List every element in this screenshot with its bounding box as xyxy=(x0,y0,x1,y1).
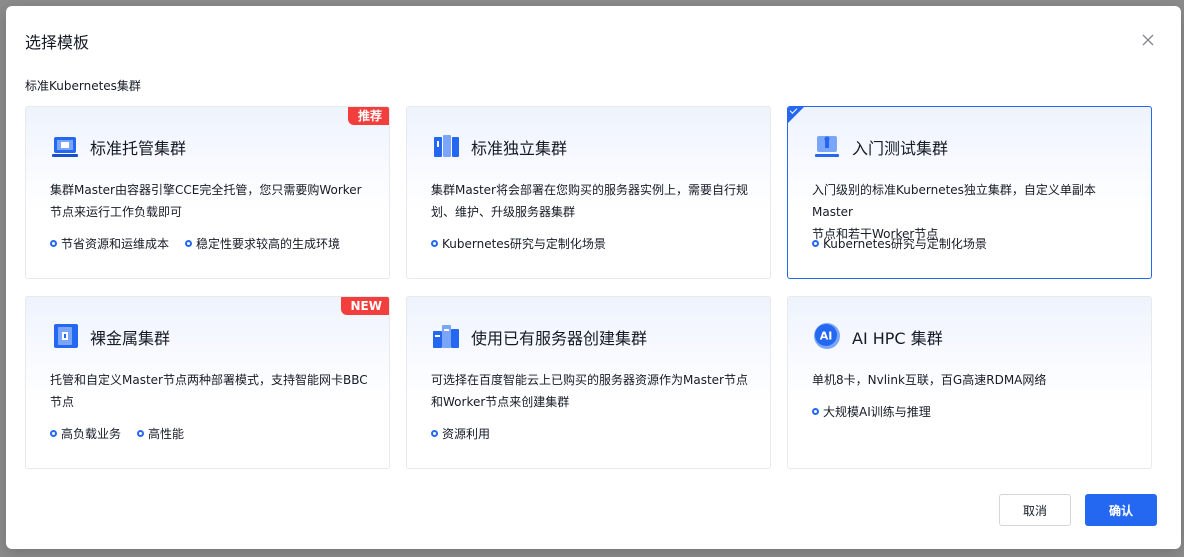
recommend-badge: 推荐 xyxy=(347,107,389,125)
card-title: AI HPC 集群 xyxy=(852,329,943,348)
feature-item: 大规模AI训练与推理 xyxy=(812,403,931,420)
test-cluster-icon xyxy=(812,131,842,161)
card-description: 托管和自定义Master节点两种部署模式，支持智能网卡BBC 节点 xyxy=(50,369,370,413)
bullet-icon xyxy=(50,430,57,437)
new-badge: NEW xyxy=(340,297,389,315)
feature-label: 稳定性要求较高的生成环境 xyxy=(196,237,341,251)
feature-item: 高性能 xyxy=(137,425,184,442)
feature-label: 节省资源和运维成本 xyxy=(61,237,170,251)
bullet-icon xyxy=(431,430,438,437)
card-desc-line: 入门级别的标准Kubernetes独立集群，自定义单副本Master xyxy=(812,183,1096,219)
feature-label: Kubernetes研究与定制化场景 xyxy=(823,237,987,251)
independent-cluster-icon xyxy=(431,131,461,161)
bullet-icon xyxy=(50,240,57,247)
card-desc-line: 节点来运行工作负载即可 xyxy=(50,205,183,219)
template-card-ai-hpc[interactable]: AI AI HPC 集群 单机8卡，Nvlink互联，百G高速RDMA网络 大规… xyxy=(787,296,1152,469)
card-desc-line: 托管和自定义Master节点两种部署模式，支持智能网卡BBC xyxy=(50,373,368,387)
bullet-icon xyxy=(185,240,193,247)
dialog-title: 选择模板 xyxy=(25,33,90,52)
confirm-button[interactable]: 确认 xyxy=(1085,494,1157,526)
card-features: Kubernetes研究与定制化场景 xyxy=(812,235,987,252)
card-description: 集群Master由容器引擎CCE完全托管，您只需要购Worker 节点来运行工作… xyxy=(50,179,370,223)
card-title: 使用已有服务器创建集群 xyxy=(471,329,648,348)
card-features: Kubernetes研究与定制化场景 xyxy=(431,235,606,252)
template-card-test[interactable]: 入门测试集群 入门级别的标准Kubernetes独立集群，自定义单副本Maste… xyxy=(787,106,1152,279)
select-template-dialog: 选择模板 标准Kubernetes集群 推荐 标准托管集群 集群Master由容… xyxy=(6,6,1181,549)
close-icon[interactable] xyxy=(1140,32,1156,48)
template-card-bare-metal[interactable]: NEW 裸金属集群 托管和自定义Master节点两种部署模式，支持智能网卡BBC… xyxy=(25,296,390,469)
card-features: 大规模AI训练与推理 xyxy=(812,403,931,420)
feature-item: 节省资源和运维成本 xyxy=(50,235,169,252)
feature-label: 高负载业务 xyxy=(61,427,122,441)
card-desc-line: 单机8卡，Nvlink互联，百G高速RDMA网络 xyxy=(812,373,1047,387)
bullet-icon xyxy=(812,240,819,247)
bullet-icon xyxy=(431,240,438,247)
card-desc-line: 集群Master由容器引擎CCE完全托管，您只需要购Worker xyxy=(50,183,362,197)
card-desc-line: 节点 xyxy=(50,395,75,409)
card-desc-line: 可选择在百度智能云上已购买的服务器资源作为Master节点 xyxy=(431,373,748,387)
feature-item: Kubernetes研究与定制化场景 xyxy=(812,235,987,252)
card-features: 高负载业务 高性能 xyxy=(50,425,184,442)
feature-label: Kubernetes研究与定制化场景 xyxy=(442,237,606,251)
template-card-independent[interactable]: 标准独立集群 集群Master将会部署在您购买的服务器实例上，需要自行规 划、维… xyxy=(406,106,771,279)
card-desc-line: 集群Master将会部署在您购买的服务器实例上，需要自行规 xyxy=(431,183,748,197)
section-label: 标准Kubernetes集群 xyxy=(25,79,141,93)
existing-server-cluster-icon xyxy=(431,321,461,351)
template-card-existing-server[interactable]: 使用已有服务器创建集群 可选择在百度智能云上已购买的服务器资源作为Master节… xyxy=(406,296,771,469)
feature-label: 资源利用 xyxy=(442,427,491,441)
card-description: 集群Master将会部署在您购买的服务器实例上，需要自行规 划、维护、升级服务器… xyxy=(431,179,751,223)
feature-item: 高负载业务 xyxy=(50,425,121,442)
feature-label: 高性能 xyxy=(148,427,185,441)
bullet-icon xyxy=(812,408,819,415)
card-title: 标准独立集群 xyxy=(471,139,568,158)
feature-label: 大规模AI训练与推理 xyxy=(823,405,931,419)
ai-icon-label: AI xyxy=(820,330,833,343)
card-features: 资源利用 xyxy=(431,425,490,442)
card-features: 节省资源和运维成本 稳定性要求较高的生成环境 xyxy=(50,235,340,252)
card-title: 裸金属集群 xyxy=(90,329,171,348)
managed-cluster-icon xyxy=(50,131,80,161)
feature-item: 稳定性要求较高的生成环境 xyxy=(185,235,340,252)
card-description: 单机8卡，Nvlink互联，百G高速RDMA网络 xyxy=(812,369,1132,391)
card-title: 入门测试集群 xyxy=(852,139,949,158)
card-description: 可选择在百度智能云上已购买的服务器资源作为Master节点 和Worker节点来… xyxy=(431,369,751,413)
feature-item: 资源利用 xyxy=(431,425,490,442)
bullet-icon xyxy=(137,430,145,437)
card-desc-line: 划、维护、升级服务器集群 xyxy=(431,205,576,219)
template-card-managed[interactable]: 推荐 标准托管集群 集群Master由容器引擎CCE完全托管，您只需要购Work… xyxy=(25,106,390,279)
ai-hpc-cluster-icon: AI xyxy=(812,321,842,351)
card-desc-line: 和Worker节点来创建集群 xyxy=(431,395,570,409)
card-title: 标准托管集群 xyxy=(90,139,187,158)
feature-item: Kubernetes研究与定制化场景 xyxy=(431,235,606,252)
cancel-button[interactable]: 取消 xyxy=(999,494,1071,526)
bare-metal-cluster-icon xyxy=(50,321,80,351)
